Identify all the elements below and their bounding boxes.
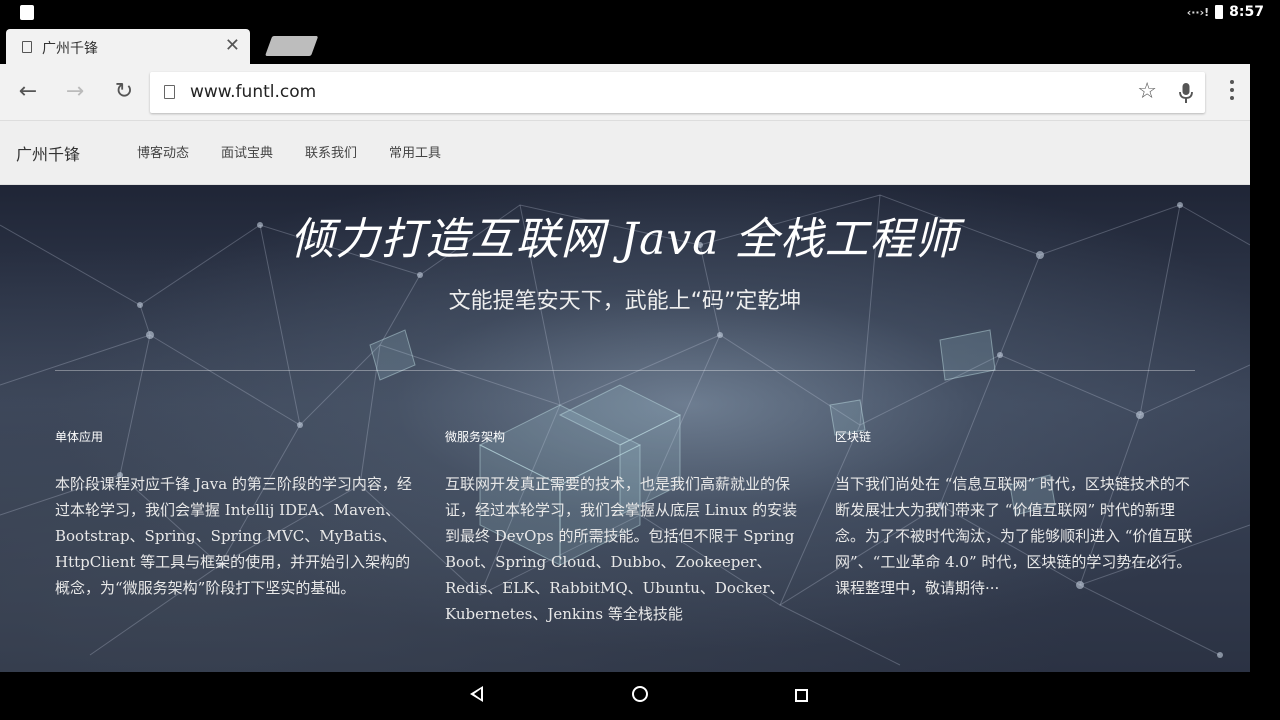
divider: [55, 370, 1195, 371]
hero-subline: 文能提笔安天下，武能上“码”定乾坤: [448, 289, 802, 314]
column-body: 本阶段课程对应千锋 Java 的第三阶段的学习内容，经过本轮学习，我们会掌握 I…: [55, 475, 412, 597]
status-bar: ‹··›! 8:57: [0, 0, 1280, 26]
home-icon[interactable]: [632, 686, 648, 702]
nav-link-interview[interactable]: 面试宝典: [221, 142, 273, 161]
clock: 8:57: [1229, 4, 1264, 20]
battery-icon: [1215, 5, 1224, 19]
nav-link-tools[interactable]: 常用工具: [389, 142, 441, 161]
nav-link-blog[interactable]: 博客动态: [137, 142, 189, 161]
site-nav-links: 博客动态 面试宝典 联系我们 常用工具: [137, 142, 473, 161]
hero-headline: 倾力打造互联网 Java 全栈工程师: [290, 214, 960, 265]
tab-strip: 广州千锋 ✕: [0, 26, 1280, 64]
system-nav-bar: [0, 672, 1280, 720]
star-icon[interactable]: ☆: [1137, 79, 1157, 104]
course-column-blockchain: 区块链 当下我们尚处在 “信息互联网” 时代，区块链技术的不断发展壮大为我们带来…: [835, 428, 1195, 601]
browser-toolbar: ← → ↻ www.funtl.com ☆: [0, 64, 1250, 121]
site-navbar: 广州千锋 博客动态 面试宝典 联系我们 常用工具: [0, 121, 1250, 185]
sd-card-icon: [20, 5, 34, 20]
page-icon: [22, 41, 32, 53]
omnibox[interactable]: www.funtl.com ☆: [150, 72, 1205, 113]
column-title: 单体应用: [55, 430, 104, 444]
column-body: 当下我们尚处在 “信息互联网” 时代，区块链技术的不断发展壮大为我们带来了 “价…: [835, 475, 1193, 597]
web-page: 广州千锋 博客动态 面试宝典 联系我们 常用工具 倾力打造互联网 Java 全栈…: [0, 121, 1250, 672]
recents-icon[interactable]: [795, 689, 808, 702]
mic-icon[interactable]: [1179, 82, 1193, 104]
column-title: 微服务架构: [445, 430, 506, 444]
tab-title: 广州千锋: [42, 41, 98, 57]
arrow-left-icon[interactable]: ←: [15, 80, 41, 104]
page-info-icon[interactable]: [164, 85, 175, 99]
signal-icon: ‹··›!: [1186, 5, 1210, 19]
url-text[interactable]: www.funtl.com: [190, 82, 316, 102]
new-tab-button[interactable]: [265, 36, 319, 56]
course-column-monolith: 单体应用 本阶段课程对应千锋 Java 的第三阶段的学习内容，经过本轮学习，我们…: [55, 428, 415, 601]
column-title: 区块链: [835, 430, 872, 444]
course-column-microservices: 微服务架构 互联网开发真正需要的技术，也是我们高薪就业的保证，经过本轮学习，我们…: [445, 428, 805, 627]
status-right: ‹··›! 8:57: [1187, 4, 1264, 20]
arrow-right-icon[interactable]: →: [62, 80, 88, 104]
site-brand[interactable]: 广州千锋: [16, 141, 80, 165]
column-body: 互联网开发真正需要的技术，也是我们高薪就业的保证，经过本轮学习，我们会掌握从底层…: [445, 475, 798, 623]
browser-tab[interactable]: 广州千锋 ✕: [6, 29, 250, 64]
close-tab-icon[interactable]: ✕: [225, 35, 240, 56]
back-icon[interactable]: [470, 686, 483, 702]
reload-icon[interactable]: ↻: [111, 80, 137, 104]
hero-section: 倾力打造互联网 Java 全栈工程师 文能提笔安天下，武能上“码”定乾坤 单体应…: [0, 185, 1250, 672]
nav-link-contact[interactable]: 联系我们: [305, 142, 357, 161]
kebab-menu-icon[interactable]: [1230, 80, 1236, 104]
